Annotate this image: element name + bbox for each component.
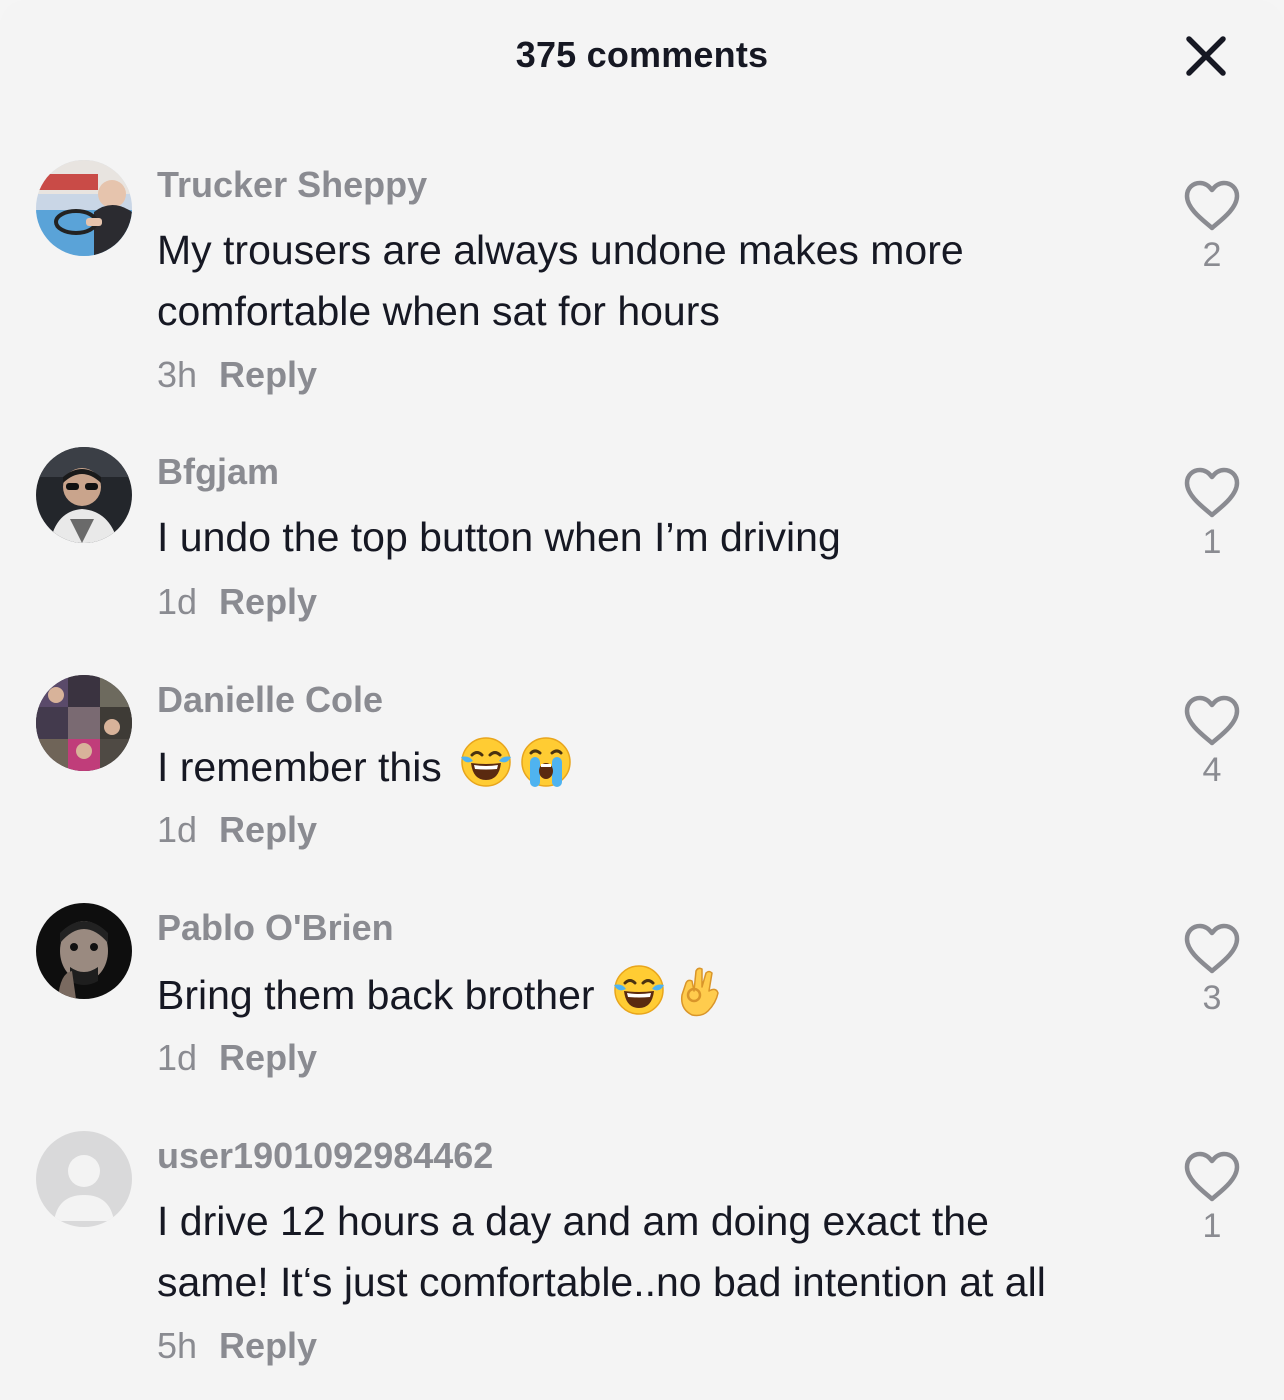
- reply-button[interactable]: Reply: [219, 581, 317, 622]
- like-button[interactable]: 4: [1180, 695, 1244, 790]
- heart-outline-icon: [1184, 923, 1240, 974]
- comment-time: 1d: [157, 809, 198, 850]
- like-count: 2: [1202, 236, 1222, 274]
- comment-username[interactable]: Danielle Cole: [157, 679, 383, 721]
- comment-item: Trucker Sheppy My trousers are always un…: [0, 160, 1284, 410]
- comment-meta: 1d Reply: [157, 1037, 317, 1079]
- comment-text-line: I drive 12 hours a day and am doing exac…: [157, 1198, 989, 1244]
- comment-text-line: comfortable when sat for hours: [157, 288, 720, 334]
- avatar[interactable]: [36, 447, 132, 543]
- like-count: 1: [1202, 1207, 1222, 1245]
- comment-text: My trousers are always undone makes more…: [157, 220, 1147, 342]
- comment-time: 5h: [157, 1325, 198, 1366]
- comment-item: Bfgjam I undo the top button when I’m dr…: [0, 447, 1284, 637]
- comments-count-title: 375 comments: [515, 34, 769, 75]
- comment-time: 3h: [157, 354, 198, 395]
- comment-text-line: I remember this: [157, 744, 442, 790]
- reply-button[interactable]: Reply: [219, 809, 317, 850]
- comment-meta: 1d Reply: [157, 809, 317, 851]
- comment-username[interactable]: user1901092984462: [157, 1135, 493, 1177]
- like-button[interactable]: 2: [1180, 180, 1244, 275]
- reply-button[interactable]: Reply: [219, 354, 317, 395]
- comment-item: Pablo O'Brien Bring them back brother 1d…: [0, 903, 1284, 1093]
- comment-username[interactable]: Bfgjam: [157, 451, 279, 493]
- comment-username[interactable]: Trucker Sheppy: [157, 164, 427, 206]
- comment-item: Danielle Cole I remember this 1d Reply 4: [0, 675, 1284, 865]
- loudly-crying-emoji: [519, 735, 573, 789]
- heart-outline-icon: [1184, 467, 1240, 518]
- comments-sheet: 375 comments Trucker Sheppy My trousers …: [0, 0, 1284, 1400]
- comment-username[interactable]: Pablo O'Brien: [157, 907, 394, 949]
- comment-text: I remember this: [157, 735, 1147, 798]
- like-button[interactable]: 1: [1180, 467, 1244, 562]
- tears-of-joy-emoji: [612, 963, 666, 1017]
- comment-meta: 5h Reply: [157, 1325, 317, 1367]
- heart-outline-icon: [1184, 695, 1240, 746]
- like-button[interactable]: 3: [1180, 923, 1244, 1018]
- like-count: 4: [1202, 751, 1222, 789]
- comment-meta: 3h Reply: [157, 354, 317, 396]
- heart-outline-icon: [1184, 1151, 1240, 1202]
- close-button[interactable]: [1176, 26, 1236, 86]
- tears-of-joy-emoji: [459, 735, 513, 789]
- heart-outline-icon: [1184, 180, 1240, 231]
- comment-meta: 1d Reply: [157, 581, 317, 623]
- ok-hand-emoji: [672, 963, 726, 1017]
- like-count: 1: [1202, 523, 1222, 561]
- reply-button[interactable]: Reply: [219, 1325, 317, 1366]
- comment-text: Bring them back brother: [157, 963, 1147, 1026]
- avatar[interactable]: [36, 160, 132, 256]
- comment-time: 1d: [157, 1037, 198, 1078]
- comment-item: user1901092984462 I drive 12 hours a day…: [0, 1131, 1284, 1381]
- like-count: 3: [1202, 979, 1222, 1017]
- default-avatar-icon: [36, 1131, 132, 1227]
- comment-text-line: My trousers are always undone makes more: [157, 227, 964, 273]
- comment-text: I drive 12 hours a day and am doing exac…: [157, 1191, 1147, 1313]
- comment-text-line: Bring them back brother: [157, 972, 595, 1018]
- avatar[interactable]: [36, 675, 132, 771]
- close-icon: [1186, 36, 1226, 76]
- reply-button[interactable]: Reply: [219, 1037, 317, 1078]
- comments-header: 375 comments: [0, 0, 1284, 116]
- avatar[interactable]: [36, 1131, 132, 1227]
- comment-time: 1d: [157, 581, 198, 622]
- comment-text: I undo the top button when I’m driving: [157, 507, 1147, 568]
- comment-text-line: same! It‘s just comfortable..no bad inte…: [157, 1259, 1046, 1305]
- comment-text-line: I undo the top button when I’m driving: [157, 514, 841, 560]
- like-button[interactable]: 1: [1180, 1151, 1244, 1246]
- avatar[interactable]: [36, 903, 132, 999]
